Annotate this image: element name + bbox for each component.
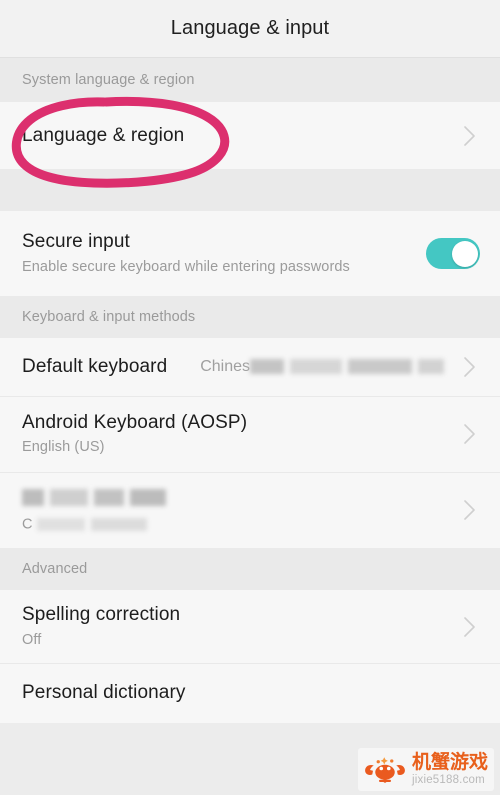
row-language-region[interactable]: Language & region [0, 102, 500, 169]
row-redacted-keyboard[interactable]: C [0, 472, 500, 548]
chevron-right-icon [460, 420, 480, 448]
row-language-region-texts: Language & region [22, 124, 460, 148]
page-title: Language & input [170, 17, 330, 39]
watermark-texts: 机蟹游戏 jixie5188.com [412, 753, 488, 787]
section-header-advanced: Advanced [0, 548, 500, 590]
group-keyboard-input-methods: Default keyboard Chines Android Keyboard… [0, 338, 500, 548]
chevron-right-icon [460, 496, 480, 524]
section-header-keyboard-input-methods: Keyboard & input methods [0, 296, 500, 338]
row-android-keyboard-aosp-subtitle: English (US) [22, 439, 105, 456]
toggle-knob [451, 240, 478, 267]
row-spelling-correction-subtitle: Off [22, 631, 42, 648]
row-personal-dictionary-texts: Personal dictionary [22, 681, 480, 705]
row-secure-input-texts: Secure input Enable secure keyboard whil… [22, 230, 418, 277]
row-default-keyboard[interactable]: Default keyboard Chines [0, 338, 500, 396]
redacted-subtitle-mosaic [36, 515, 153, 534]
group-system-language-region: Language & region [0, 102, 500, 169]
row-redacted-keyboard-title [22, 486, 460, 510]
row-default-keyboard-texts: Default keyboard [22, 355, 200, 379]
default-keyboard-value-text: Chines [200, 358, 250, 375]
crab-icon [365, 757, 405, 783]
settings-screen: Language & input System language & regio… [0, 0, 500, 795]
row-secure-input-subtitle: Enable secure keyboard while entering pa… [22, 258, 350, 275]
row-android-keyboard-aosp[interactable]: Android Keyboard (AOSP) English (US) [0, 396, 500, 472]
chevron-right-icon [460, 353, 480, 381]
row-default-keyboard-title: Default keyboard [22, 356, 168, 378]
row-personal-dictionary[interactable]: Personal dictionary [0, 663, 500, 723]
watermark: 机蟹游戏 jixie5188.com [357, 748, 494, 791]
row-android-keyboard-aosp-texts: Android Keyboard (AOSP) English (US) [22, 411, 460, 458]
redacted-value-mosaic [250, 358, 450, 376]
group-secure-input: Secure input Enable secure keyboard whil… [0, 211, 500, 296]
row-secure-input[interactable]: Secure input Enable secure keyboard whil… [0, 211, 500, 296]
watermark-brand: 机蟹游戏 [411, 751, 488, 774]
row-spelling-correction-title: Spelling correction [22, 604, 181, 626]
chevron-right-icon [460, 122, 480, 150]
row-language-region-title: Language & region [22, 124, 185, 146]
redacted-subtitle-prefix: C [22, 516, 33, 533]
title-bar: Language & input [0, 0, 500, 58]
row-redacted-keyboard-subtitle: C [22, 515, 460, 534]
row-secure-input-title: Secure input [22, 231, 130, 253]
row-android-keyboard-aosp-title: Android Keyboard (AOSP) [22, 411, 248, 433]
row-spelling-correction[interactable]: Spelling correction Off [0, 590, 500, 663]
chevron-right-icon [460, 613, 480, 641]
section-header-system-language-region: System language & region [0, 58, 500, 102]
section-gap-1 [0, 169, 500, 211]
secure-input-toggle[interactable] [426, 238, 480, 269]
row-redacted-keyboard-texts: C [22, 486, 460, 535]
group-advanced: Spelling correction Off Personal diction… [0, 590, 500, 723]
watermark-url: jixie5188.com [411, 774, 485, 787]
row-default-keyboard-value: Chines [200, 358, 450, 376]
row-personal-dictionary-title: Personal dictionary [22, 682, 186, 704]
row-spelling-correction-texts: Spelling correction Off [22, 603, 460, 650]
